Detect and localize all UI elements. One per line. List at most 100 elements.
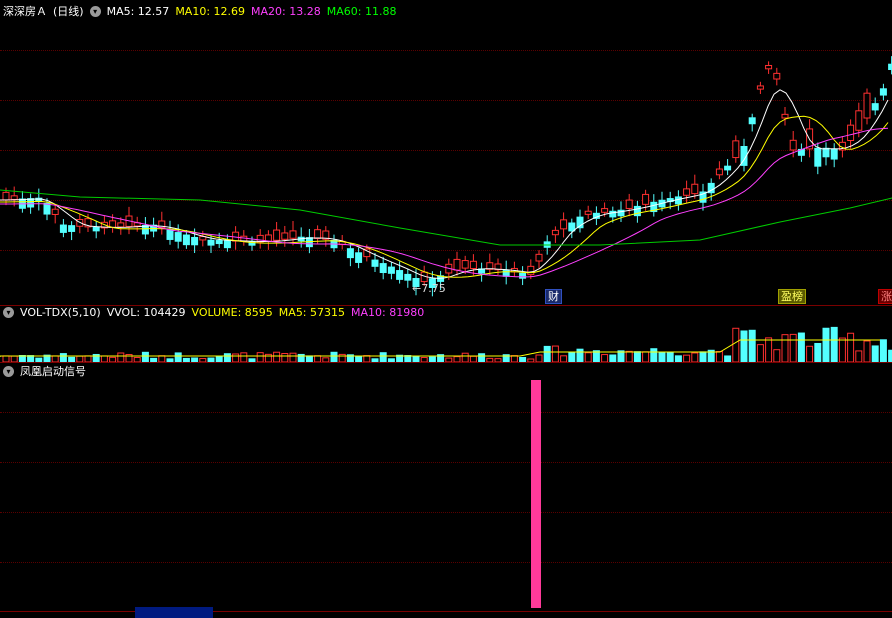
candle <box>232 226 240 250</box>
volume-bar <box>691 352 699 362</box>
ma10-value: MA10: 12.69 <box>175 4 246 18</box>
candle <box>379 256 387 280</box>
candle <box>150 217 158 238</box>
finance-tag[interactable]: 财 <box>545 289 562 304</box>
candle <box>830 143 838 168</box>
volume-bar <box>847 332 855 362</box>
volume-bar <box>748 329 756 362</box>
volume-bar <box>576 348 584 362</box>
candle <box>765 61 773 74</box>
candle <box>797 143 805 162</box>
candle <box>297 227 305 248</box>
signal-title-bar: ▾ 凤凰启动信号 <box>3 363 86 379</box>
candle <box>683 180 691 204</box>
ma10-line <box>0 115 889 278</box>
rise-tag[interactable]: 涨 <box>878 289 892 304</box>
candle <box>51 204 59 224</box>
candle <box>453 251 461 276</box>
candle <box>740 138 748 172</box>
candle <box>174 224 182 249</box>
period-label[interactable]: (日线) <box>53 3 84 19</box>
candle <box>822 142 830 166</box>
volume-bar <box>281 352 289 362</box>
volume-bars <box>0 326 892 362</box>
candle <box>756 81 764 95</box>
candle <box>576 209 584 233</box>
candle <box>732 135 740 163</box>
volume-bar <box>379 352 387 362</box>
stock-name[interactable]: 深深房Ａ <box>3 3 47 19</box>
volume-bar <box>117 352 125 362</box>
candle <box>264 230 272 250</box>
volume-bar <box>715 351 723 362</box>
candle <box>724 159 732 176</box>
volume-bar <box>781 334 789 362</box>
candle <box>879 83 887 101</box>
price-title-bar: 深深房Ａ (日线) ▾ MA5: 12.57 MA10: 12.69 MA20:… <box>3 3 396 19</box>
volume-bar <box>330 351 338 362</box>
candle <box>715 161 723 180</box>
date-axis-cursor <box>135 607 213 618</box>
volume-bar <box>478 353 486 362</box>
candle <box>92 221 100 239</box>
candle <box>387 261 395 280</box>
ma60-value: MA60: 11.88 <box>326 4 397 18</box>
candle <box>59 219 67 238</box>
volume-bar <box>773 349 781 362</box>
volume-bar <box>879 339 887 362</box>
candle <box>871 97 879 116</box>
volume-bar <box>543 345 551 362</box>
volume-bar <box>617 350 625 362</box>
candle <box>166 220 174 245</box>
candle <box>519 266 527 286</box>
volume-bar <box>789 333 797 362</box>
volume-panel[interactable]: ▾ VOL-TDX(5,10) VVOL: 104429 VOLUME: 859… <box>0 305 892 362</box>
panel-toggle-icon[interactable]: ▾ <box>3 365 14 377</box>
candle <box>486 253 494 276</box>
volume-bar <box>658 351 666 362</box>
low-price-marker: ←7.75 <box>412 282 446 295</box>
candle <box>281 225 289 247</box>
price-panel[interactable]: 深深房Ａ (日线) ▾ MA5: 12.57 MA10: 12.69 MA20:… <box>0 0 892 305</box>
volume-bar <box>871 345 879 362</box>
volume-bar <box>855 350 863 362</box>
candle <box>592 206 600 226</box>
volume-bar <box>568 351 576 362</box>
candle <box>355 247 363 269</box>
volume-bar <box>240 352 248 362</box>
volume-bar <box>732 327 740 362</box>
volume-bar <box>609 354 617 362</box>
candle <box>535 250 543 269</box>
candle <box>748 113 756 132</box>
volume-bar <box>650 348 658 362</box>
volume-bar <box>223 353 231 362</box>
volume-bar <box>633 351 641 362</box>
signal-panel[interactable]: ▾ 凤凰启动信号 <box>0 362 892 618</box>
ranking-tag[interactable]: 盈榜 <box>778 289 806 304</box>
volume-bar <box>256 352 264 362</box>
panel-toggle-icon[interactable]: ▾ <box>89 5 101 17</box>
volume-bar <box>289 352 297 362</box>
candle <box>404 269 412 288</box>
ma20-value: MA20: 13.28 <box>251 4 321 18</box>
candlestick-chart <box>0 56 892 297</box>
volume-bar <box>806 345 814 362</box>
candle <box>330 234 338 252</box>
volume-bar <box>699 351 707 362</box>
volume-bar <box>765 337 773 362</box>
candle <box>158 211 166 235</box>
candle <box>133 216 141 232</box>
volume-bar <box>273 351 281 362</box>
candle <box>141 217 149 240</box>
candle <box>510 261 518 277</box>
candle <box>478 262 486 282</box>
signal-bar <box>531 380 541 608</box>
signal-indicator-name[interactable]: 凤凰启动信号 <box>20 363 86 379</box>
volume-bar <box>822 327 830 362</box>
candle <box>584 205 592 219</box>
volume-bar <box>740 330 748 362</box>
volume-bar <box>814 342 822 362</box>
candle <box>699 183 707 211</box>
volume-bar <box>625 350 633 362</box>
volume-bar <box>888 349 892 362</box>
